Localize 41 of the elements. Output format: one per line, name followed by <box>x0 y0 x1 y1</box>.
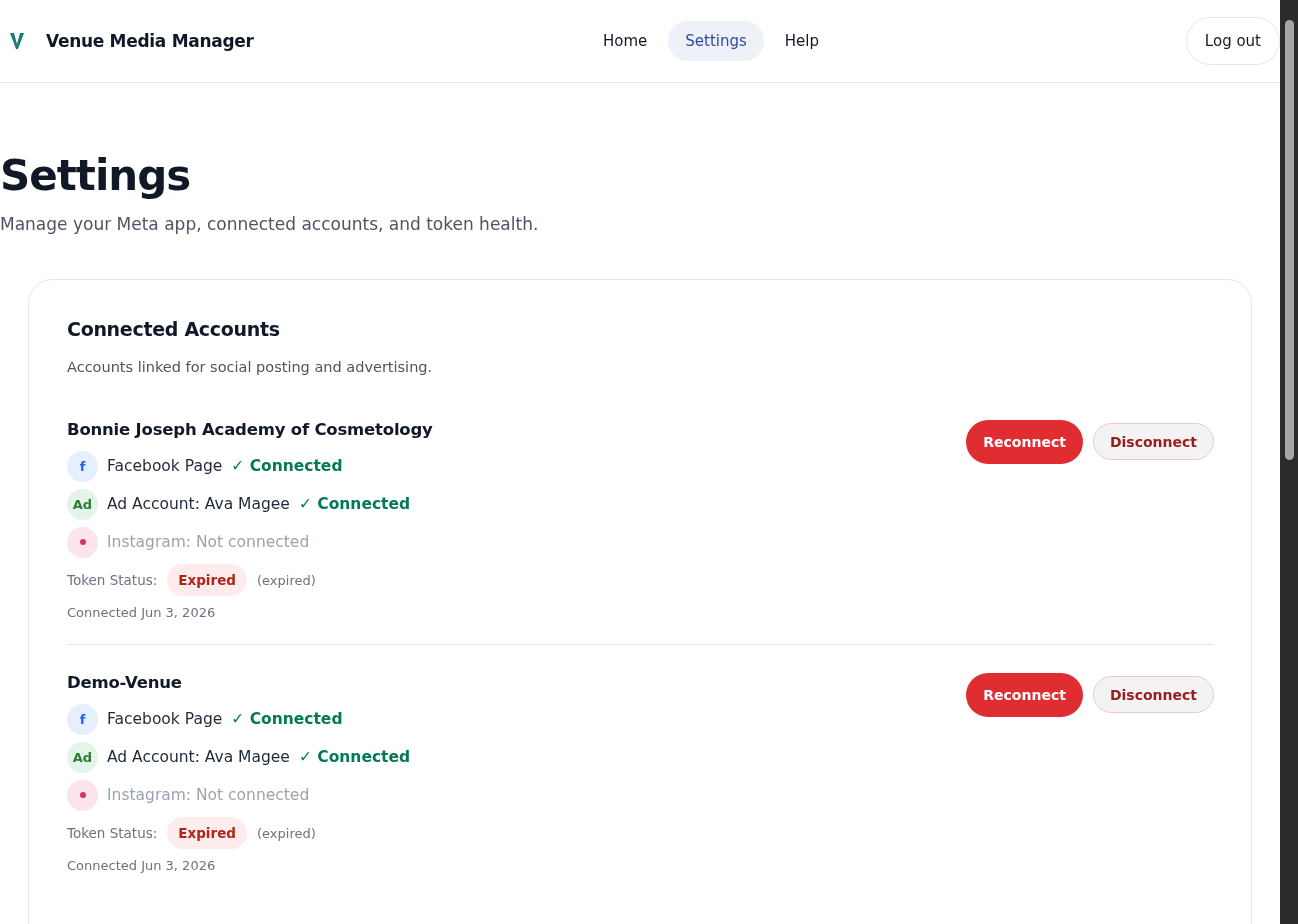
connected-status: ✓ Connected <box>231 457 343 475</box>
service-badge: f <box>67 703 98 735</box>
reconnect-button[interactable]: Reconnect <box>966 420 1083 464</box>
service-label: Instagram: Not connected <box>107 533 310 551</box>
token-status-badge: Expired <box>167 817 247 849</box>
connected-date: Connected Jun 3, 2026 <box>67 858 217 873</box>
page-subtitle: Manage your Meta app, connected accounts, and token health. <box>0 214 540 234</box>
nav-link[interactable]: Settings <box>668 21 764 61</box>
service-label: Ad Account: Ava Magee <box>107 495 290 513</box>
token-note: (expired) <box>257 825 316 841</box>
service-label: Ad Account: Ava Magee <box>107 748 290 766</box>
service-label: Facebook Page <box>107 457 223 475</box>
service-label: Facebook Page <box>107 710 223 728</box>
connected-status: ✓ Connected <box>231 710 343 728</box>
instagram-icon <box>67 779 98 811</box>
connected-date: Connected Jun 3, 2026 <box>67 605 217 620</box>
nav-link[interactable]: Help <box>767 21 837 61</box>
logout-button[interactable]: Log out <box>1185 17 1280 65</box>
service-badge: Ad <box>67 488 98 520</box>
disconnect-button[interactable]: Disconnect <box>1092 676 1214 713</box>
section-title: Connected Accounts <box>67 318 281 340</box>
token-label: Token Status: <box>67 825 158 841</box>
logo-icon <box>9 32 25 50</box>
scrollbar[interactable] <box>1280 0 1298 924</box>
section-description: Accounts linked for social posting and advertising. <box>67 359 434 375</box>
account-name: Bonnie Joseph Academy of Cosmetology <box>67 420 433 439</box>
token-status-badge: Expired <box>167 564 247 596</box>
service-label: Instagram: Not connected <box>107 786 310 804</box>
nav-link[interactable]: Home <box>586 21 665 61</box>
service-badge: f <box>67 450 98 482</box>
app-name: Venue Media Manager <box>46 31 254 51</box>
account-name: Demo-Venue <box>67 673 183 692</box>
disconnect-button[interactable]: Disconnect <box>1092 423 1214 460</box>
page-title: Settings <box>0 151 192 200</box>
token-label: Token Status: <box>67 572 158 588</box>
reconnect-button[interactable]: Reconnect <box>966 673 1083 717</box>
token-note: (expired) <box>257 572 316 588</box>
service-badge: Ad <box>67 741 98 773</box>
connected-status: ✓ Connected <box>298 748 411 766</box>
connected-status: ✓ Connected <box>298 495 411 513</box>
instagram-icon <box>67 526 98 558</box>
